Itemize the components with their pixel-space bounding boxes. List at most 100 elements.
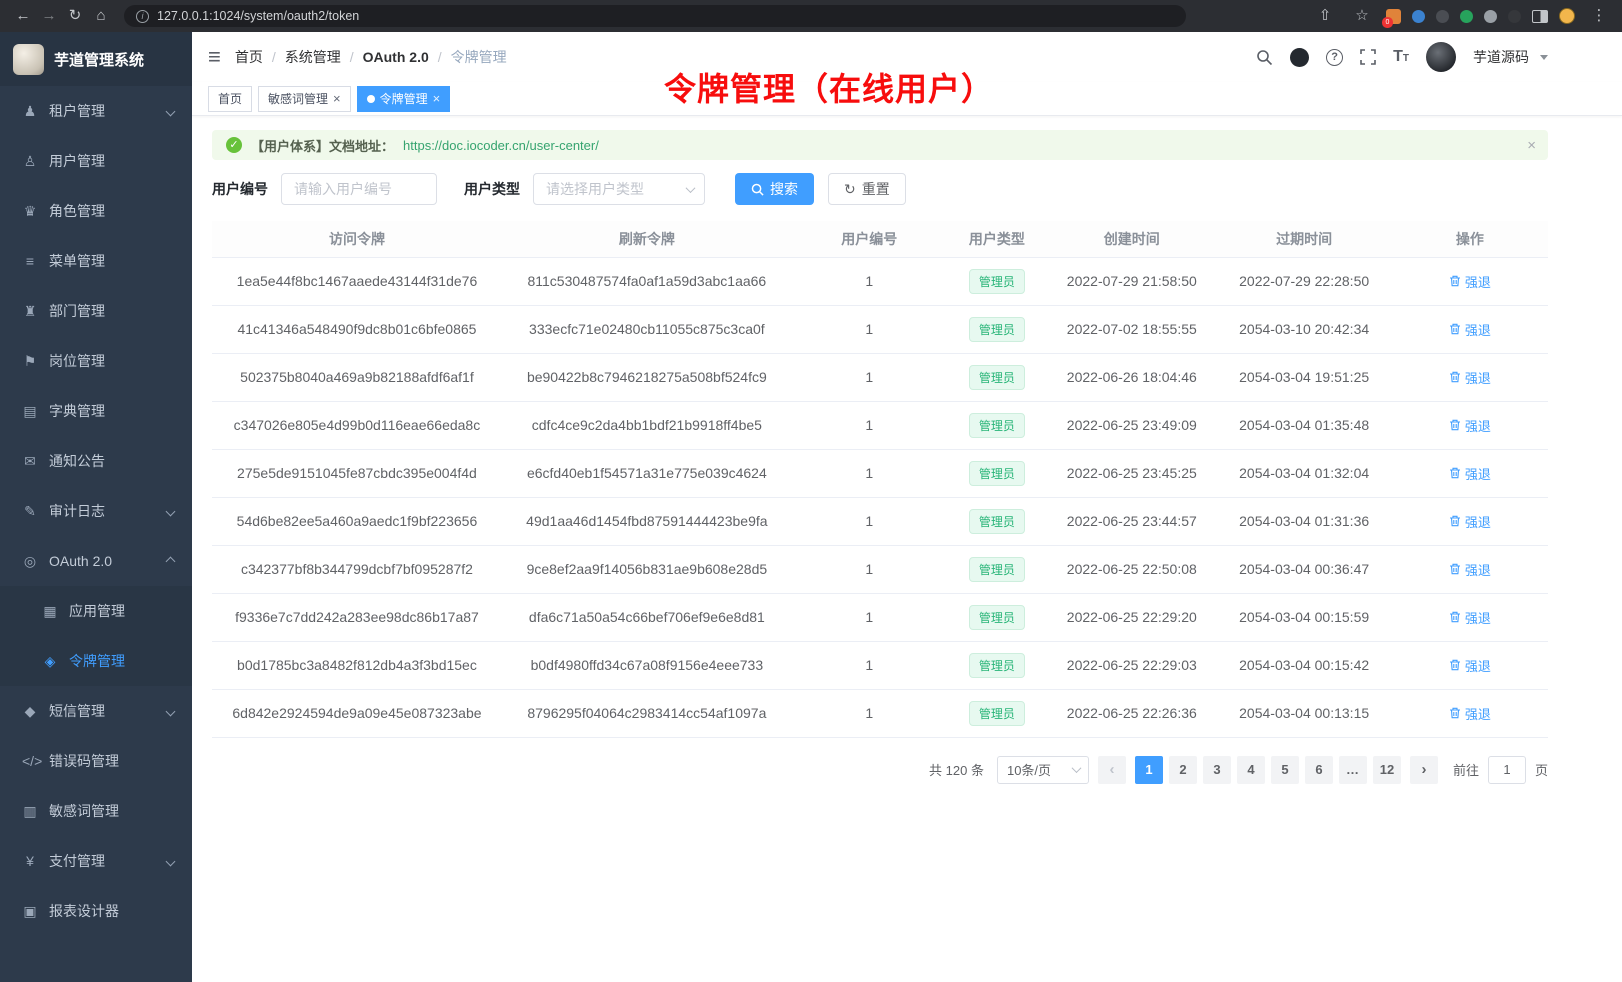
page-button[interactable]: 2 — [1169, 756, 1197, 784]
sidebar-item[interactable]: ♜ 部门管理 — [0, 286, 192, 336]
breadcrumb-home[interactable]: 首页 — [235, 47, 263, 67]
puzzle-icon[interactable] — [1484, 10, 1497, 23]
share-icon[interactable]: ⇧ — [1312, 0, 1338, 32]
sidebar-item[interactable]: ▤ 字典管理 — [0, 386, 192, 436]
collapse-sidebar-icon[interactable]: ≡ — [208, 46, 221, 68]
force-logout-button[interactable]: 强退 — [1449, 416, 1491, 435]
tab[interactable]: 敏感词管理 × — [258, 86, 351, 112]
sidebar-item[interactable]: ◎ OAuth 2.0 — [0, 536, 192, 586]
username[interactable]: 芋道源码 — [1473, 47, 1529, 67]
github-icon[interactable] — [1290, 48, 1309, 67]
sidebar-item[interactable]: </> 错误码管理 — [0, 736, 192, 786]
action-cell: 强退 — [1392, 257, 1548, 305]
table-row: 6d842e2924594de9a09e45e087323abe 8796295… — [212, 689, 1548, 737]
sidebar-item[interactable]: ♛ 角色管理 — [0, 186, 192, 236]
breadcrumb-oauth[interactable]: OAuth 2.0 — [363, 49, 429, 65]
font-size-icon[interactable]: TT — [1393, 48, 1409, 66]
extension-paw-icon[interactable] — [1508, 10, 1521, 23]
page-button[interactable]: … — [1339, 756, 1367, 784]
page-button[interactable]: 12 — [1373, 756, 1401, 784]
home-icon[interactable]: ⌂ — [88, 0, 114, 32]
page-button[interactable]: 1 — [1135, 756, 1163, 784]
user-type-cell: 管理员 — [947, 497, 1047, 545]
sidebar-item[interactable]: ▣ 报表设计器 — [0, 886, 192, 936]
doc-link[interactable]: https://doc.iocoder.cn/user-center/ — [403, 138, 599, 153]
back-icon[interactable]: ← — [10, 0, 36, 32]
address-bar[interactable]: i 127.0.0.1:1024/system/oauth2/token — [124, 5, 1186, 27]
reset-button[interactable]: ↻ 重置 — [828, 173, 906, 205]
page-button[interactable]: 6 — [1305, 756, 1333, 784]
extension-dark-icon[interactable] — [1436, 10, 1449, 23]
created-time-cell: 2022-06-25 23:44:57 — [1047, 497, 1217, 545]
force-logout-button[interactable]: 强退 — [1449, 704, 1491, 723]
user-avatar[interactable] — [1426, 42, 1456, 72]
expire-time-cell: 2054-03-04 00:36:47 — [1217, 545, 1392, 593]
bookmark-star-icon[interactable]: ☆ — [1349, 0, 1375, 32]
page-button[interactable]: 5 — [1271, 756, 1299, 784]
prev-page-button[interactable]: ‹ — [1098, 756, 1126, 784]
sidebar-item[interactable]: ▥ 敏感词管理 — [0, 786, 192, 836]
sidebar-item[interactable]: ◈ 令牌管理 — [0, 636, 192, 686]
success-check-icon: ✓ — [226, 137, 242, 153]
breadcrumb-separator: / — [350, 49, 354, 65]
oauth-icon: ◎ — [22, 553, 38, 570]
profile-avatar-icon[interactable] — [1559, 8, 1575, 24]
force-logout-button[interactable]: 强退 — [1449, 272, 1491, 291]
force-logout-button[interactable]: 强退 — [1449, 656, 1491, 675]
sidebar-panel-icon[interactable] — [1532, 10, 1548, 23]
sidebar-item[interactable]: ♟ 租户管理 — [0, 86, 192, 136]
user-type-badge: 管理员 — [969, 413, 1025, 438]
extension-icon[interactable]: 0 — [1386, 9, 1401, 24]
close-icon[interactable]: × — [433, 92, 441, 105]
close-icon[interactable]: × — [333, 92, 341, 105]
expire-time-cell: 2054-03-04 00:13:15 — [1217, 689, 1392, 737]
trash-icon — [1449, 467, 1461, 479]
tab[interactable]: 令牌管理 × — [357, 86, 451, 112]
next-page-button[interactable]: › — [1410, 756, 1438, 784]
sidebar-item[interactable]: ▦ 应用管理 — [0, 586, 192, 636]
force-logout-button[interactable]: 强退 — [1449, 512, 1491, 531]
sidebar-item[interactable]: ✉ 通知公告 — [0, 436, 192, 486]
extension-green-icon[interactable] — [1460, 10, 1473, 23]
help-icon[interactable]: ? — [1326, 49, 1343, 66]
user-type-select[interactable]: 请选择用户类型 — [533, 173, 705, 205]
table-row: 1ea5e44f8bc1467aaede43144f31de76 811c530… — [212, 257, 1548, 305]
extension-blue-icon[interactable] — [1412, 10, 1425, 23]
sidebar-item[interactable]: ✎ 审计日志 — [0, 486, 192, 536]
access-token-cell: 54d6be82ee5a460a9aedc1f9bf223656 — [212, 497, 502, 545]
forward-icon[interactable]: → — [36, 0, 62, 32]
force-logout-button[interactable]: 强退 — [1449, 560, 1491, 579]
force-logout-button[interactable]: 强退 — [1449, 320, 1491, 339]
post-icon: ⚑ — [22, 353, 38, 370]
sidebar-item[interactable]: ¥ 支付管理 — [0, 836, 192, 886]
expire-time-cell: 2054-03-10 20:42:34 — [1217, 305, 1392, 353]
sidebar-item[interactable]: ⚑ 岗位管理 — [0, 336, 192, 386]
browser-menu-icon[interactable]: ⋮ — [1586, 0, 1612, 32]
sidebar-item[interactable]: ♙ 用户管理 — [0, 136, 192, 186]
reload-icon[interactable]: ↻ — [62, 0, 88, 32]
user-id-input[interactable] — [281, 173, 437, 205]
force-logout-button[interactable]: 强退 — [1449, 608, 1491, 627]
refresh-token-cell: 333ecfc71e02480cb11055c875c3ca0f — [502, 305, 792, 353]
tab[interactable]: 首页 × — [208, 86, 252, 112]
access-token-cell: c347026e805e4d99b0d116eae66eda8c — [212, 401, 502, 449]
sidebar-item[interactable]: ◆ 短信管理 — [0, 686, 192, 736]
user-type-cell: 管理员 — [947, 593, 1047, 641]
goto-page-input[interactable] — [1488, 756, 1526, 784]
app-logo[interactable]: 芋道管理系统 — [0, 32, 192, 86]
fullscreen-icon[interactable] — [1360, 49, 1376, 65]
force-logout-button[interactable]: 强退 — [1449, 368, 1491, 387]
breadcrumb-system[interactable]: 系统管理 — [285, 47, 341, 67]
search-icon[interactable] — [1256, 49, 1273, 66]
user-type-cell: 管理员 — [947, 305, 1047, 353]
expire-time-cell: 2054-03-04 01:32:04 — [1217, 449, 1392, 497]
page-button[interactable]: 4 — [1237, 756, 1265, 784]
page-size-select[interactable]: 10条/页 — [997, 756, 1089, 784]
force-logout-button[interactable]: 强退 — [1449, 464, 1491, 483]
search-button[interactable]: 搜索 — [735, 173, 814, 205]
sidebar-item[interactable]: ≡ 菜单管理 — [0, 236, 192, 286]
alert-close-icon[interactable]: × — [1527, 137, 1536, 154]
page-button[interactable]: 3 — [1203, 756, 1231, 784]
site-info-icon[interactable]: i — [136, 10, 149, 23]
chevron-down-icon[interactable] — [1540, 55, 1548, 60]
